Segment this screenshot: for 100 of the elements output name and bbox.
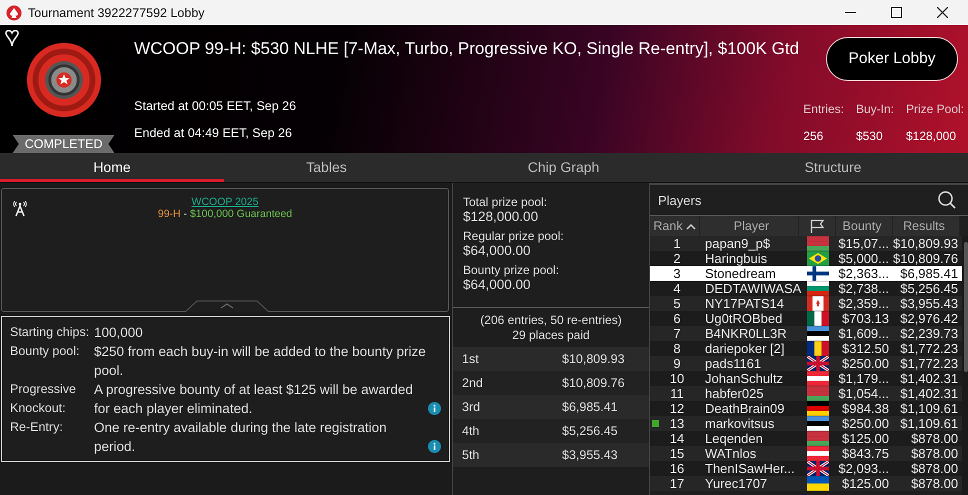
bounty-cell-text: $703.13 <box>841 311 890 326</box>
pool-value: $64,000.00 <box>463 243 532 258</box>
rank-cell-text: 6 <box>672 311 682 326</box>
rank-cell-text: 5 <box>672 296 682 311</box>
player-row[interactable]: 15 WATnlos $843.75 $878.00 <box>650 446 962 461</box>
close-icon[interactable] <box>937 7 948 18</box>
window-title: Tournament 3922277592 Lobby <box>28 6 205 20</box>
player-row[interactable]: 9 pads1161 $250.00 $1,772.23 <box>650 356 962 371</box>
detail-value: $250 from each buy-in will be added to the bounty prize pool. <box>94 343 427 380</box>
payout-place: 3rd <box>462 400 482 414</box>
detail-value: A progressive bounty of at least $125 will be awarded for each player eliminated. <box>94 381 414 418</box>
pool-label: Total prize pool: <box>463 195 548 209</box>
result-cell-text: $5,256.45 <box>899 281 960 296</box>
rank-cell-text: 2 <box>672 251 682 266</box>
tab[interactable]: Home <box>0 153 224 182</box>
payout-amount: $10,809.93 <box>562 352 625 366</box>
player-name: B4NKR0LL3R <box>704 326 788 341</box>
poker-lobby-button[interactable]: Poker Lobby <box>826 37 958 81</box>
rank-cell-text: 16 <box>668 461 686 476</box>
tab[interactable]: Chip Graph <box>429 153 698 182</box>
payout-amount: $5,256.45 <box>562 424 618 438</box>
player-name: habfer025 <box>704 386 765 401</box>
payout-place: 2nd <box>462 376 484 390</box>
player-row[interactable]: 1 papan9_p$ $15,07... $10,809.93 <box>650 236 962 251</box>
result-cell-text: $1,402.31 <box>899 371 960 386</box>
tab[interactable]: Tables <box>224 153 429 182</box>
result-cell-text: $2,976.42 <box>899 311 960 326</box>
scrollbar-thumb[interactable] <box>964 242 968 372</box>
player-name: DeathBrain09 <box>704 401 786 416</box>
stat-value: 256 <box>803 129 824 143</box>
player-name: DEDTAWIWASA <box>704 281 799 296</box>
sort-up-icon[interactable] <box>686 222 696 230</box>
result-cell-text: $10,809.93 <box>893 236 960 251</box>
player-name: WATnlos <box>704 446 758 461</box>
places-paid: 29 places paid <box>511 328 591 343</box>
payout-place: 1st <box>462 352 480 366</box>
tab[interactable]: Structure <box>698 153 968 182</box>
detail-label: Starting chips: <box>10 324 90 341</box>
rank-cell-text: 7 <box>672 326 682 341</box>
player-row[interactable]: 11 habfer025 $1,054... $1,402.31 <box>650 386 962 401</box>
result-cell-text: $3,955.43 <box>899 296 960 311</box>
player-name: markovitsus <box>704 416 776 431</box>
rank-cell-text: 9 <box>672 356 682 371</box>
rank-cell-text: 8 <box>672 341 682 356</box>
result-cell-text: $1,402.31 <box>899 386 960 401</box>
bounty-cell-text: $1,054... <box>837 386 890 401</box>
bounty-cell-text: $5,000... <box>837 251 890 266</box>
player-name: JohanSchultz <box>704 371 784 386</box>
rank-cell-text: 1 <box>672 236 682 251</box>
detail-value: One re-entry available during the late registration period. <box>94 419 388 456</box>
rank-cell-text: 10 <box>668 371 686 386</box>
bounty-cell-text: $250.00 <box>841 356 890 371</box>
app-logo-icon <box>6 4 22 20</box>
detail-label: Progressive Knockout: <box>10 381 77 417</box>
result-cell-text: $1,772.23 <box>899 356 960 371</box>
player-name: Yurec1707 <box>704 476 768 491</box>
result-cell-text: $878.00 <box>910 446 960 461</box>
separator-text: - <box>182 208 188 220</box>
player-name: Haringbuis <box>704 251 768 266</box>
player-row[interactable]: 17 Yurec1707 $125.00 $878.00 <box>650 476 962 491</box>
broadcast-icon <box>13 201 27 217</box>
info-icon[interactable] <box>428 440 441 453</box>
bounty-cell-text: $2,738... <box>837 281 890 296</box>
payout-place: 5th <box>462 448 480 462</box>
detail-label: Re-Entry: <box>10 419 64 436</box>
stat-label: Entries: <box>803 102 844 116</box>
payout-place: 4th <box>462 424 480 438</box>
stat-label: Prize Pool: <box>906 102 964 116</box>
rank-cell-text: 17 <box>668 476 686 491</box>
maximize-icon[interactable] <box>891 7 902 18</box>
result-cell-text: $1,109.61 <box>899 401 960 416</box>
rank-cell-text: 15 <box>668 446 686 461</box>
event-code: 99-H <box>158 208 181 220</box>
player-name: pads1161 <box>704 356 762 371</box>
payout-amount: $3,955.43 <box>562 448 618 462</box>
heart-icon[interactable] <box>2 30 22 47</box>
bounty-cell-text: $2,093... <box>837 461 890 476</box>
payout-amount: $10,809.76 <box>562 376 625 390</box>
payout-amount: $6,985.41 <box>562 400 618 414</box>
result-cell-text: $878.00 <box>910 431 960 446</box>
event-link[interactable]: WCOOP 2025 <box>158 196 292 208</box>
player-name: ThenISawHer... <box>704 461 796 476</box>
player-row[interactable]: 5 NY17PATS14 $2,359... $3,955.43 <box>650 296 962 311</box>
result-cell-text: $6,985.41 <box>899 266 960 281</box>
search-icon[interactable] <box>938 191 956 209</box>
bounty-cell-text: $1,179... <box>837 371 890 386</box>
player-row[interactable]: 13 markovitsus $250.00 $1,109.61 <box>650 416 962 431</box>
entries-note: (206 entries, 50 re-entries) <box>479 313 623 328</box>
rank-cell-text: 4 <box>672 281 682 296</box>
pool-label: Regular prize pool: <box>463 229 565 243</box>
player-row[interactable]: 3 Stonedream $2,363... $6,985.41 <box>650 266 962 281</box>
player-row[interactable]: 7 B4NKR0LL3R $1,609... $2,239.73 <box>650 326 962 341</box>
pool-label: Bounty prize pool: <box>463 263 560 277</box>
stat-value: $128,000 <box>906 129 958 143</box>
player-name: NY17PATS14 <box>704 296 786 311</box>
detail-label: Bounty pool: <box>10 343 80 360</box>
info-icon[interactable] <box>428 402 441 415</box>
bounty-cell-text: $250.00 <box>841 416 890 431</box>
end-time: Ended at 04:49 EET, Sep 26 <box>134 126 293 140</box>
pool-value: $128,000.00 <box>463 209 540 224</box>
